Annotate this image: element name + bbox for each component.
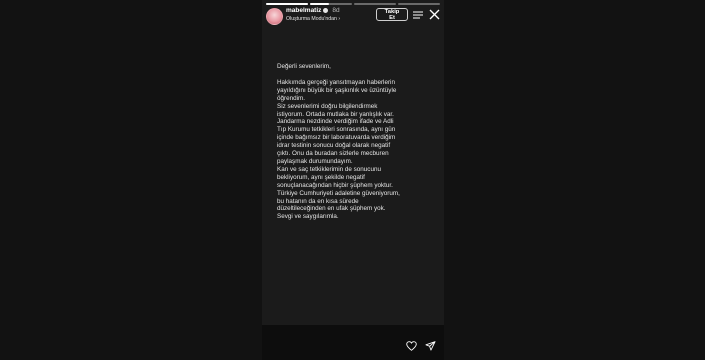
- text-line: Sevgi ve saygılarımla.: [277, 213, 339, 221]
- text-line: bekliyorum, aynı şekilde negatif: [277, 173, 365, 181]
- username[interactable]: mabelmatiz: [286, 7, 321, 14]
- story-header: mabelmatiz 8d Oluşturma Modu'ndan › Takip…: [266, 7, 444, 25]
- story-text: Değerli sevenlerim, Hakkımda gerçeği yan…: [277, 63, 439, 221]
- text-line: Hakkımda gerçeği yansıtmayan haberlerin: [277, 78, 395, 86]
- menu-icon[interactable]: [413, 11, 423, 19]
- text-line: yayıldığını büyük bir şaşkınlık ve üzünt…: [277, 86, 397, 94]
- right-backdrop: [444, 0, 705, 360]
- story-progress: [266, 3, 440, 5]
- text-line: içinde bağımsız bir laboratuvarda verdiğ…: [277, 134, 396, 142]
- verified-icon: [323, 7, 329, 13]
- text-line: sonuçlanacağından hiçbir şüphem yoktur.: [277, 181, 393, 189]
- text-line: paylaşmak durumundayım.: [277, 157, 353, 165]
- text-line: Kan ve saç tetkiklerimin de sonucunu: [277, 165, 381, 173]
- text-line: Jandarma nezdinde verdiğim ifade ve Adli: [277, 118, 394, 126]
- progress-segment: [398, 3, 440, 5]
- creation-mode-link[interactable]: Oluşturma Modu'ndan ›: [286, 16, 340, 22]
- text-line: Siz sevenlerimi doğru bilgilendirmek: [277, 102, 378, 110]
- heart-icon[interactable]: [406, 341, 417, 351]
- text-line: istiyorum. Ortada mutlaka bir yanlışlık …: [277, 110, 394, 118]
- left-backdrop: [0, 0, 262, 360]
- greeting: Değerli sevenlerim,: [277, 63, 331, 70]
- time-ago: 8d: [332, 7, 340, 14]
- close-icon[interactable]: [429, 9, 440, 20]
- avatar[interactable]: [266, 8, 283, 25]
- text-line: çıktı. Onu da buradan sizlerle mecburen: [277, 150, 389, 158]
- send-icon[interactable]: [425, 341, 436, 351]
- progress-segment: [354, 3, 396, 5]
- progress-segment: [266, 3, 308, 5]
- follow-button[interactable]: Takip Et: [376, 8, 408, 21]
- text-line: idrar testinin sonucu doğal olarak negat…: [277, 142, 391, 150]
- username-line: mabelmatiz 8d: [286, 7, 340, 14]
- text-line: öğrendim.: [277, 94, 306, 102]
- text-line: Türkiye Cumhuriyeti adaletine güveniyoru…: [277, 189, 400, 197]
- text-line: Tıp Kurumu tetkikleri sonrasında, aynı g…: [277, 126, 396, 134]
- text-line: düzeltileceğinden en ufak şüphem yok.: [277, 205, 386, 213]
- text-line: bu hatanın da en kısa sürede: [277, 197, 359, 205]
- progress-segment: [310, 3, 352, 5]
- story-text-lines: Hakkımda gerçeği yansıtmayan haberlerin y…: [277, 79, 439, 221]
